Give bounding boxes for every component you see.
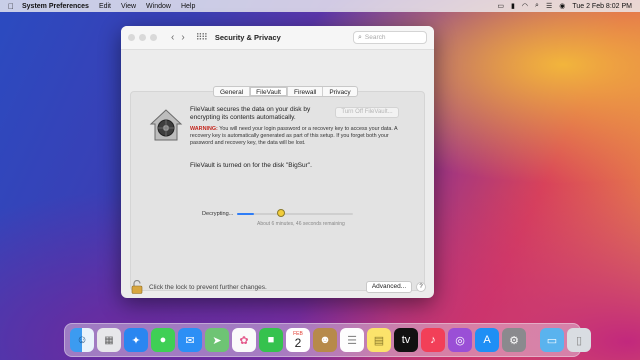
- apple-menu-icon[interactable]: : [8, 2, 14, 11]
- decrypt-progress-bar: [237, 213, 353, 215]
- advanced-button[interactable]: Advanced...: [366, 281, 412, 293]
- title-bar: ‹ › ⠿⠿ Security & Privacy ⌕ Search: [121, 26, 434, 50]
- back-icon[interactable]: ‹: [171, 32, 174, 43]
- menu-help[interactable]: Help: [181, 3, 195, 10]
- tab-bar: General FileVault Firewall Privacy: [213, 86, 358, 97]
- reminders-icon[interactable]: ☰: [340, 328, 364, 352]
- safari-icon[interactable]: ✦: [124, 328, 148, 352]
- window-title: Security & Privacy: [214, 33, 281, 42]
- dock: ☺ ▦ ✦ ● ✉ ➤ ✿ ■ FEB 2 ☻ ☰ ▤ tv ♪ ◎ A ⚙ ▭…: [64, 323, 591, 357]
- warning-body: You will need your login password or a r…: [190, 126, 398, 146]
- navigation: ‹ ›: [171, 32, 192, 43]
- apple-tv-icon[interactable]: tv: [394, 328, 418, 352]
- security-privacy-window: ‹ › ⠿⠿ Security & Privacy ⌕ Search FileVa…: [121, 26, 434, 298]
- warning-text: WARNING: You will need your login passwo…: [190, 126, 410, 147]
- notes-icon[interactable]: ▤: [367, 328, 391, 352]
- calendar-day: 2: [294, 335, 302, 350]
- warning-label: WARNING:: [190, 126, 218, 132]
- finder-icon[interactable]: ☺: [70, 328, 94, 352]
- filevault-description: FileVault secures the data on your disk …: [190, 106, 311, 121]
- wifi-icon[interactable]: ◠: [522, 2, 528, 10]
- tab-firewall[interactable]: Firewall: [288, 87, 324, 96]
- window-content: FileVault secures the data on your disk …: [121, 50, 434, 298]
- maps-icon[interactable]: ➤: [205, 328, 229, 352]
- tab-general[interactable]: General: [214, 87, 251, 96]
- forward-icon[interactable]: ›: [181, 32, 184, 43]
- close-button[interactable]: [128, 34, 135, 41]
- zoom-button[interactable]: [150, 34, 157, 41]
- turn-off-filevault-button[interactable]: Turn Off FileVault...: [335, 107, 399, 118]
- trash-icon[interactable]: ▯: [567, 328, 591, 352]
- calendar-icon[interactable]: FEB 2: [286, 328, 310, 352]
- minimize-button[interactable]: [139, 34, 146, 41]
- filevault-panel: FileVault secures the data on your disk …: [130, 91, 425, 291]
- decrypting-label: Decrypting...: [202, 211, 234, 217]
- contacts-icon[interactable]: ☻: [313, 328, 337, 352]
- filevault-status: FileVault is turned on for the disk "Big…: [190, 162, 312, 169]
- mail-icon[interactable]: ✉: [178, 328, 202, 352]
- screen-mirror-icon[interactable]: ▭: [497, 2, 504, 10]
- messages-icon[interactable]: ●: [151, 328, 175, 352]
- launchpad-icon[interactable]: ▦: [97, 328, 121, 352]
- menu-edit[interactable]: Edit: [99, 3, 111, 10]
- photos-icon[interactable]: ✿: [232, 328, 256, 352]
- menu-app-name[interactable]: System Preferences: [22, 3, 89, 10]
- mouse-cursor-highlight: [277, 209, 285, 217]
- search-icon: ⌕: [358, 33, 362, 41]
- unlocked-padlock-icon[interactable]: [131, 280, 143, 294]
- help-button[interactable]: ?: [416, 282, 426, 292]
- app-store-icon[interactable]: A: [475, 328, 499, 352]
- time-remaining: About 6 minutes, 46 seconds remaining: [257, 221, 345, 227]
- search-icon[interactable]: ⌕: [535, 2, 539, 10]
- tab-filevault[interactable]: FileVault: [250, 87, 288, 96]
- search-field[interactable]: ⌕ Search: [353, 31, 427, 44]
- facetime-icon[interactable]: ■: [259, 328, 283, 352]
- menu-window[interactable]: Window: [146, 3, 171, 10]
- control-center-icon[interactable]: ☰: [546, 2, 552, 10]
- progress-fill: [237, 213, 255, 215]
- menu-view[interactable]: View: [121, 3, 136, 10]
- siri-icon[interactable]: ◉: [559, 2, 565, 10]
- podcasts-icon[interactable]: ◎: [448, 328, 472, 352]
- show-all-grid-icon[interactable]: ⠿⠿: [196, 32, 208, 43]
- lock-instructions: Click the lock to prevent further change…: [149, 284, 267, 291]
- music-icon[interactable]: ♪: [421, 328, 445, 352]
- system-preferences-icon[interactable]: ⚙: [502, 328, 526, 352]
- battery-icon[interactable]: ▮: [511, 2, 515, 10]
- menu-clock[interactable]: Tue 2 Feb 8:02 PM: [572, 3, 632, 10]
- search-placeholder: Search: [364, 34, 386, 41]
- downloads-folder-icon[interactable]: ▭: [540, 328, 564, 352]
- filevault-house-icon: [149, 109, 183, 141]
- menu-bar:  System Preferences Edit View Window He…: [0, 0, 640, 12]
- footer-bar: Click the lock to prevent further change…: [121, 276, 434, 298]
- tab-privacy[interactable]: Privacy: [323, 87, 356, 96]
